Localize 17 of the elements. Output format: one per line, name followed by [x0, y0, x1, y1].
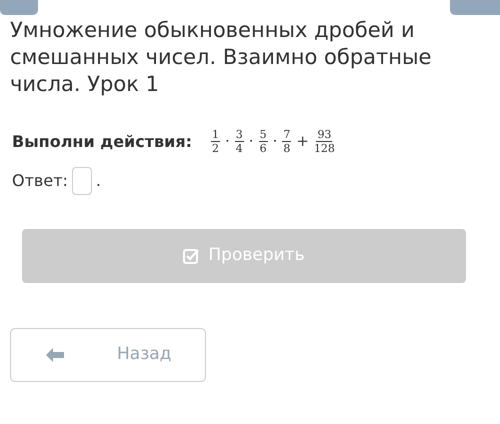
operator-sign: · [272, 131, 278, 152]
operator-sign: + [296, 131, 309, 152]
answer-label: Ответ: [12, 170, 68, 192]
fraction: 7 8 [282, 128, 292, 155]
lesson-title: Умножение обыкновенных дробей и смешанных чисел. Взаимно обратные числа. Урок 1 [10, 17, 432, 98]
checkbox-icon [183, 248, 200, 264]
operator-sign: · [248, 131, 254, 152]
operator-sign: · [225, 131, 230, 152]
arrow-left-icon [45, 347, 65, 363]
fraction: 1 2 [211, 128, 220, 155]
task-label: Выполни действия: [12, 130, 192, 152]
answer-period: . [96, 170, 101, 192]
answer-field[interactable] [72, 167, 92, 195]
fraction: 3 4 [234, 128, 244, 155]
back-button[interactable]: Назад [10, 328, 206, 382]
fraction: 93 128 [314, 128, 335, 155]
fraction: 5 6 [258, 128, 268, 155]
